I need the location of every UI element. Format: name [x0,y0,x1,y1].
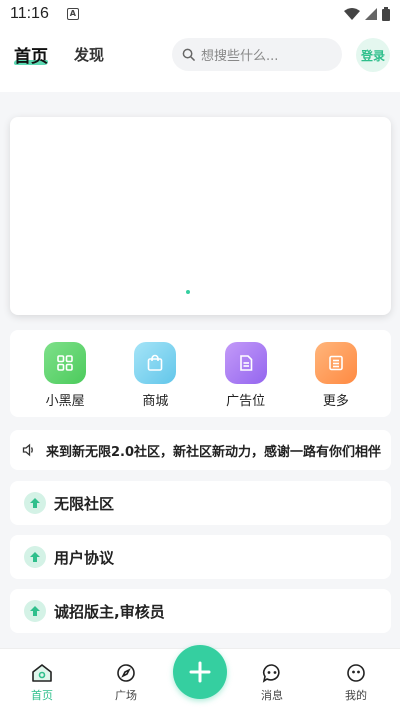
status-bar: 11:16 A [0,0,400,28]
quick-menu: 小黑屋 商城 广告位 更多 [10,330,391,417]
tab-home[interactable]: 首页 [14,42,48,67]
quick-item-label: 小黑屋 [45,394,85,409]
signal-icon [365,8,377,20]
speaker-icon [22,443,33,457]
announcement-text: 来到新无限2.0社区，新社区新动力，感谢一路有你们相伴 [46,444,382,460]
login-button[interactable]: 登录 [356,38,390,72]
nav-profile[interactable]: 我的 [326,663,386,703]
quick-item-label: 广告位 [226,394,266,409]
chat-icon [262,664,280,683]
quick-item-label: 商城 [142,394,169,409]
carousel-indicator [186,290,190,294]
list-item-recruitment[interactable]: 诚招版主,审核员 [10,589,391,633]
quick-item-mall[interactable]: 商城 [125,342,185,417]
tab-discover[interactable]: 发现 [74,44,104,65]
document-icon [224,342,267,384]
status-indicators [344,7,390,21]
shopping-bag-icon [134,342,177,384]
search-input[interactable]: 想搜些什么... [172,38,342,71]
home-icon [32,664,52,682]
nav-label: 广场 [115,689,137,702]
profile-icon [347,664,365,682]
list-item-label: 诚招版主,审核员 [54,602,165,621]
up-arrow-icon [24,546,46,568]
list-item-label: 无限社区 [54,494,115,513]
nav-home[interactable]: 首页 [12,663,72,703]
nav-label: 我的 [345,689,367,702]
compass-icon [117,664,135,682]
create-post-button[interactable] [173,645,227,699]
search-placeholder: 想搜些什么... [201,49,279,64]
announcement-bar[interactable]: 来到新无限2.0社区，新社区新动力，感谢一路有你们相伴 [10,430,391,470]
quick-item-more[interactable]: 更多 [306,342,366,417]
notification-icon: A [66,8,79,20]
quick-item-blackroom[interactable]: 小黑屋 [35,342,95,417]
list-icon [314,342,357,384]
nav-label: 消息 [261,689,283,702]
banner-carousel[interactable] [10,117,391,315]
list-item-user-agreement[interactable]: 用户协议 [10,535,391,579]
up-arrow-icon [24,492,46,514]
nav-square[interactable]: 广场 [96,663,156,703]
up-arrow-icon [24,600,46,622]
top-header: 首页 发现 想搜些什么... 登录 [0,28,400,92]
status-time: 11:16 [10,5,49,22]
plus-icon [189,661,211,683]
quick-item-ads[interactable]: 广告位 [216,342,276,417]
list-item-label: 用户协议 [54,548,115,567]
wifi-icon [344,8,360,20]
grid-icon [44,342,87,384]
search-icon [182,48,195,61]
list-item-community[interactable]: 无限社区 [10,481,391,525]
quick-item-label: 更多 [322,394,349,409]
battery-icon [382,7,390,21]
nav-messages[interactable]: 消息 [242,663,302,703]
nav-label: 首页 [31,689,53,702]
